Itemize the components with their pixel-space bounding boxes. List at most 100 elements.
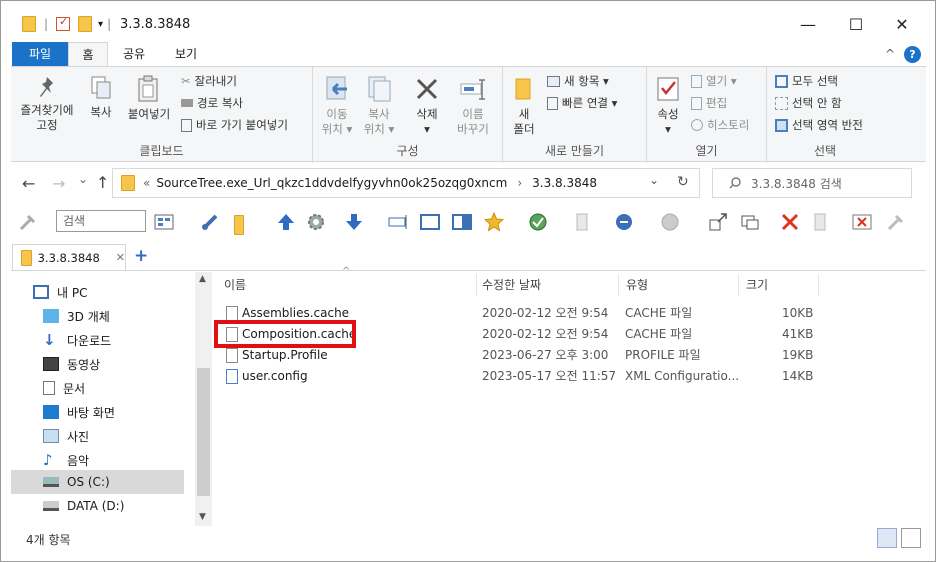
column-header-name[interactable]: 이름 <box>224 274 246 298</box>
blank-page-icon[interactable] <box>810 212 830 232</box>
address-dropdown-icon[interactable]: ⌄ <box>649 173 659 187</box>
folder-tab[interactable]: 3.3.8.3848 ✕ <box>12 244 126 270</box>
copy-to-label: 복사 위치 ▾ <box>363 107 395 136</box>
nav-item-music[interactable]: ♪ 음악 <box>43 448 215 472</box>
column-header-type[interactable]: 유형 <box>626 274 648 298</box>
easy-access-button[interactable]: 빠른 연결 ▾ <box>547 95 617 111</box>
nav-item-pictures[interactable]: 사진 <box>43 424 215 448</box>
scrollbar-thumb[interactable] <box>197 368 210 496</box>
back-arrow-icon[interactable]: ← <box>22 174 35 193</box>
rename-field-icon[interactable] <box>388 212 408 232</box>
address-bar[interactable]: « SourceTree.exe_Url_qkzc1ddvdelfygyvhn0… <box>112 168 700 198</box>
nav-item-desktop[interactable]: 바탕 화면 <box>43 400 215 424</box>
copy-to-button[interactable]: 복사 위치 ▾ <box>361 75 397 137</box>
window-move-icon[interactable] <box>708 212 728 232</box>
disabled-tool-icon[interactable] <box>18 212 38 232</box>
refresh-icon[interactable]: ↻ <box>677 174 689 190</box>
forward-arrow-icon[interactable]: → <box>52 174 65 193</box>
breadcrumb-current[interactable]: 3.3.8.3848 <box>532 176 597 190</box>
blank-page-icon[interactable] <box>572 212 592 232</box>
new-folder-button[interactable]: 새 폴더 <box>509 75 539 137</box>
history-button[interactable]: 히스토리 <box>691 117 749 133</box>
edit-button[interactable]: 편집 <box>691 95 727 111</box>
globe-refresh-icon[interactable] <box>528 212 548 232</box>
cut-button[interactable]: ✂ 잘라내기 <box>181 73 237 89</box>
delete-red-x-icon[interactable] <box>780 212 800 232</box>
new-tab-button[interactable]: + <box>134 246 148 266</box>
nav-item-videos[interactable]: 동영상 <box>43 352 215 376</box>
scroll-down-icon[interactable]: ▼ <box>199 512 206 522</box>
nav-item-data-d[interactable]: DATA (D:) <box>43 494 215 518</box>
column-header-modified[interactable]: 수정한 날짜 <box>482 274 541 298</box>
file-size: 19KB <box>782 348 814 362</box>
details-pane-icon[interactable] <box>452 212 472 232</box>
settings-gear-icon[interactable] <box>306 212 326 232</box>
properties-check-icon[interactable]: ✓ <box>56 15 71 31</box>
tab-view[interactable]: 보기 <box>166 42 206 66</box>
recent-locations-icon[interactable]: ⌄ <box>78 172 88 186</box>
disabled-tool-icon[interactable] <box>886 212 906 232</box>
nav-item-this-pc[interactable]: 내 PC <box>33 280 205 304</box>
close-window-icon[interactable] <box>852 212 872 232</box>
rename-button[interactable]: 이름 바꾸기 <box>453 75 493 137</box>
column-separator[interactable] <box>618 274 619 296</box>
invert-selection-icon <box>775 118 788 132</box>
up-folder-arrow-icon[interactable] <box>276 212 296 232</box>
help-icon[interactable]: ? <box>904 46 921 63</box>
select-all-button[interactable]: 모두 선택 <box>775 73 838 89</box>
new-folder-icon[interactable] <box>78 16 93 32</box>
column-separator[interactable] <box>738 274 739 296</box>
nav-pane-scrollbar[interactable]: ▲ ▼ <box>195 272 212 526</box>
favorites-star-icon[interactable] <box>484 212 504 232</box>
download-arrow-icon[interactable] <box>344 212 364 232</box>
browser-e-icon[interactable] <box>614 212 634 232</box>
folder-shortcut-icon[interactable] <box>234 215 244 235</box>
column-separator[interactable] <box>476 274 477 296</box>
disabled-globe-icon[interactable] <box>660 212 680 232</box>
column-header-size[interactable]: 크기 <box>746 274 768 298</box>
pin-quick-access-button[interactable]: 즐겨찾기에 고정 <box>17 75 77 133</box>
file-row[interactable]: user.config 2023-05-17 오전 11:57 XML Conf… <box>216 366 820 387</box>
view-mode-icon[interactable] <box>154 212 174 232</box>
collapse-ribbon-icon[interactable]: ^ <box>880 42 900 66</box>
column-separator[interactable] <box>818 274 819 296</box>
tab-share[interactable]: 공유 <box>114 42 154 66</box>
copy-button[interactable]: 복사 <box>85 75 117 120</box>
preview-pane-icon[interactable] <box>420 212 440 232</box>
delete-button[interactable]: 삭제 ▾ <box>409 75 445 137</box>
move-to-button[interactable]: 이동 위치 ▾ <box>319 75 355 137</box>
breadcrumb-overflow[interactable]: « <box>143 176 150 190</box>
qa-dropdown-icon[interactable]: ▾ <box>98 19 103 30</box>
large-icons-view-icon[interactable] <box>901 528 921 548</box>
nav-item-os-c[interactable]: OS (C:) <box>11 470 184 494</box>
nav-item-documents[interactable]: 문서 <box>43 376 215 400</box>
toolbar-search-field[interactable]: 검색 <box>56 210 146 232</box>
tab-file[interactable]: 파일 <box>12 42 68 66</box>
copy-path-label: 경로 복사 <box>197 96 243 110</box>
paste-shortcut-button[interactable]: 바로 가기 붙여넣기 <box>181 117 288 133</box>
open-button[interactable]: 열기 ▾ <box>691 73 737 89</box>
select-all-icon <box>775 74 788 88</box>
maximize-button[interactable]: ☐ <box>834 10 878 40</box>
details-view-icon[interactable] <box>877 528 897 548</box>
close-tab-icon[interactable]: ✕ <box>116 251 125 264</box>
minimize-button[interactable]: — <box>786 10 830 40</box>
up-arrow-icon[interactable]: ↑ <box>96 173 109 192</box>
invert-selection-button[interactable]: 선택 영역 반전 <box>775 117 863 133</box>
nav-item-downloads[interactable]: ↓ 다운로드 <box>43 328 215 352</box>
select-none-button[interactable]: 선택 안 함 <box>775 95 842 111</box>
file-row[interactable]: Startup.Profile 2023-06-27 오후 3:00 PROFI… <box>216 345 820 366</box>
close-button[interactable]: ✕ <box>880 10 924 40</box>
properties-button[interactable]: 속성 ▾ <box>653 75 683 137</box>
tab-home[interactable]: 홈 <box>68 42 108 67</box>
paste-button[interactable]: 붙여넣기 <box>123 75 175 122</box>
search-box[interactable]: 3.3.8.3848 검색 <box>712 168 912 198</box>
network-link-icon[interactable] <box>200 212 220 232</box>
copy-path-button[interactable]: 경로 복사 <box>181 95 243 111</box>
scroll-up-icon[interactable]: ▲ <box>199 274 206 284</box>
folder-icon <box>121 175 135 191</box>
breadcrumb-parent[interactable]: SourceTree.exe_Url_qkzc1ddvdelfygyvhn0ok… <box>156 176 507 190</box>
new-item-button[interactable]: 새 항목 ▾ <box>547 73 609 89</box>
duplicate-window-icon[interactable] <box>740 212 760 232</box>
nav-item-3d-objects[interactable]: 3D 개체 <box>43 304 215 328</box>
